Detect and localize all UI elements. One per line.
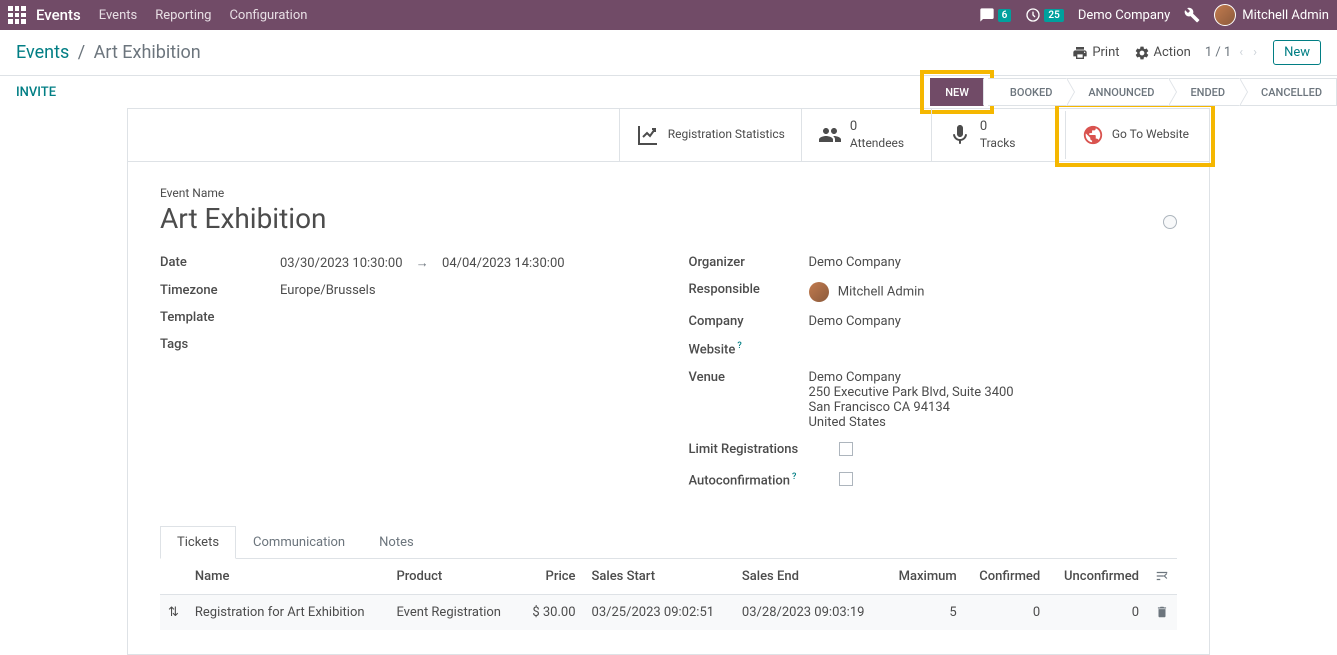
th-unconfirmed[interactable]: Unconfirmed: [1048, 559, 1147, 595]
label-venue: Venue: [689, 370, 809, 430]
th-price[interactable]: Price: [519, 559, 583, 595]
cell-product[interactable]: Event Registration: [388, 594, 519, 630]
nav-events[interactable]: Events: [99, 8, 137, 23]
th-name[interactable]: Name: [187, 559, 389, 595]
cell-confirmed[interactable]: 0: [965, 594, 1048, 630]
table-row[interactable]: ⇅ Registration for Art Exhibition Event …: [160, 594, 1177, 630]
drag-handle-icon[interactable]: ⇅: [160, 594, 187, 630]
company-switcher[interactable]: Demo Company: [1078, 8, 1170, 23]
trash-icon[interactable]: [1147, 594, 1177, 630]
stage-ended[interactable]: ENDED: [1168, 78, 1239, 106]
stage-cancelled[interactable]: CANCELLED: [1239, 78, 1337, 106]
tab-communication[interactable]: Communication: [236, 526, 362, 558]
field-organizer[interactable]: Demo Company: [809, 255, 901, 270]
arrow-right-icon: →: [416, 256, 429, 271]
tabs: Tickets Communication Notes: [160, 526, 1177, 559]
help-icon[interactable]: ?: [737, 341, 741, 351]
avatar-icon: [809, 282, 829, 302]
label-date: Date: [160, 255, 280, 271]
cell-price[interactable]: $ 30.00: [519, 594, 583, 630]
breadcrumb-current: Art Exhibition: [94, 42, 201, 63]
pager-next[interactable]: ›: [1251, 45, 1259, 60]
cell-name[interactable]: Registration for Art Exhibition: [187, 594, 389, 630]
user-name: Mitchell Admin: [1242, 8, 1329, 23]
stages: NEW BOOKED ANNOUNCED ENDED CANCELLED: [926, 76, 1337, 108]
stat-buttons: Registration Statistics 0 Attendees 0 Tr…: [128, 109, 1209, 162]
event-name-label: Event Name: [160, 186, 1177, 200]
statusbar: INVITE NEW BOOKED ANNOUNCED ENDED CANCEL…: [0, 76, 1337, 108]
tab-tickets[interactable]: Tickets: [160, 526, 236, 559]
breadcrumb-root[interactable]: Events: [16, 42, 69, 63]
control-panel: Events / Art Exhibition Print Action 1 /…: [0, 30, 1337, 76]
users-icon: [818, 123, 842, 147]
invite-button[interactable]: INVITE: [16, 85, 56, 100]
print-button[interactable]: Print: [1072, 45, 1119, 61]
label-limit: Limit Registrations: [689, 442, 839, 460]
field-autoconfirm[interactable]: [839, 472, 853, 490]
chat-icon[interactable]: 6: [979, 7, 1012, 23]
nav-configuration[interactable]: Configuration: [229, 8, 307, 23]
th-confirmed[interactable]: Confirmed: [965, 559, 1048, 595]
cell-unconfirmed[interactable]: 0: [1048, 594, 1147, 630]
label-organizer: Organizer: [689, 255, 809, 270]
activity-icon[interactable]: 25: [1025, 7, 1063, 23]
stage-announced[interactable]: ANNOUNCED: [1066, 78, 1168, 106]
stat-registration[interactable]: Registration Statistics: [619, 109, 801, 161]
breadcrumb: Events / Art Exhibition: [16, 42, 201, 63]
field-company[interactable]: Demo Company: [809, 314, 901, 329]
label-company: Company: [689, 314, 809, 329]
stat-attendees[interactable]: 0 Attendees: [801, 109, 931, 161]
nav-reporting[interactable]: Reporting: [155, 8, 211, 23]
globe-icon: [1082, 124, 1104, 146]
new-button[interactable]: New: [1273, 40, 1321, 65]
label-website: Website?: [689, 341, 809, 357]
highlight-website-button: Go To Website: [1061, 109, 1209, 161]
pager-value[interactable]: 1 / 1: [1205, 45, 1231, 60]
debug-icon[interactable]: [1184, 7, 1200, 23]
user-menu[interactable]: Mitchell Admin: [1214, 4, 1329, 26]
label-autoconfirm: Autoconfirmation?: [689, 472, 839, 490]
tickets-table: Name Product Price Sales Start Sales End…: [160, 559, 1177, 630]
label-template: Template: [160, 310, 280, 325]
stage-booked[interactable]: BOOKED: [988, 78, 1066, 106]
microphone-icon: [948, 123, 972, 147]
apps-icon[interactable]: [8, 6, 26, 24]
activity-badge: 25: [1044, 9, 1063, 22]
tab-notes[interactable]: Notes: [362, 526, 431, 558]
label-timezone: Timezone: [160, 283, 280, 298]
stat-tracks[interactable]: 0 Tracks: [931, 109, 1061, 161]
column-options-icon[interactable]: [1147, 559, 1177, 595]
cell-sales-start[interactable]: 03/25/2023 09:02:51: [584, 594, 734, 630]
field-timezone[interactable]: Europe/Brussels: [280, 283, 376, 298]
field-date[interactable]: 03/30/2023 10:30:00 → 04/04/2023 14:30:0…: [280, 255, 565, 271]
th-maximum[interactable]: Maximum: [884, 559, 964, 595]
event-name[interactable]: Art Exhibition: [160, 202, 1177, 235]
avatar: [1214, 4, 1236, 26]
form-sheet: Registration Statistics 0 Attendees 0 Tr…: [127, 108, 1210, 655]
highlight-stage-new: NEW: [926, 76, 988, 108]
cell-sales-end[interactable]: 03/28/2023 09:03:19: [734, 594, 884, 630]
label-tags: Tags: [160, 337, 280, 352]
label-responsible: Responsible: [689, 282, 809, 302]
chat-badge: 6: [998, 9, 1012, 22]
pager: 1 / 1 ‹ ›: [1205, 45, 1259, 60]
th-sales-start[interactable]: Sales Start: [584, 559, 734, 595]
pager-prev[interactable]: ‹: [1237, 45, 1245, 60]
field-responsible[interactable]: Mitchell Admin: [809, 282, 925, 302]
th-product[interactable]: Product: [388, 559, 519, 595]
help-icon[interactable]: ?: [792, 472, 796, 482]
chart-line-icon: [636, 123, 660, 147]
field-limit[interactable]: [839, 442, 853, 460]
cell-maximum[interactable]: 5: [884, 594, 964, 630]
th-sales-end[interactable]: Sales End: [734, 559, 884, 595]
stage-new[interactable]: NEW: [930, 78, 984, 106]
action-button[interactable]: Action: [1134, 45, 1191, 61]
navbar-brand[interactable]: Events: [36, 6, 81, 24]
field-venue[interactable]: Demo Company 250 Executive Park Blvd, Su…: [809, 370, 1014, 430]
stat-website[interactable]: Go To Website: [1065, 111, 1205, 159]
main-navbar: Events Events Reporting Configuration 6 …: [0, 0, 1337, 30]
